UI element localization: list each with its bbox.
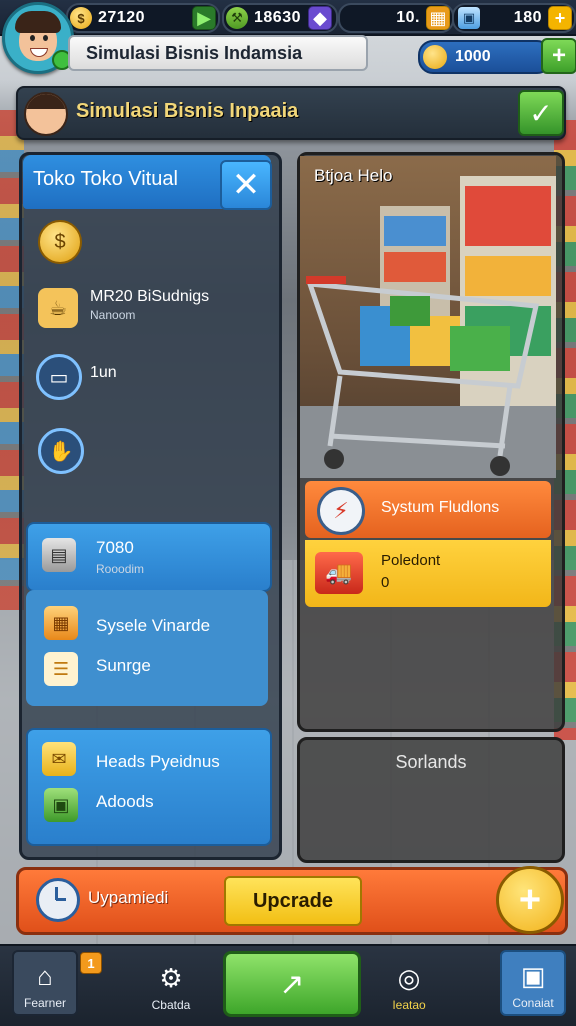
nav-label: Conaiat: [512, 996, 554, 1010]
tools-counter[interactable]: ⚒ 18630 ◆: [222, 3, 338, 33]
wrench-icon: ⚒: [226, 7, 248, 29]
box-gold-icon: ▦: [426, 6, 450, 30]
goods-item-label[interactable]: Heads Pyeidnus: [96, 752, 220, 772]
product-value: 0: [381, 574, 390, 591]
wheel-icon: ◎: [397, 963, 421, 993]
product-row[interactable]: 🚚 Poledont 0: [305, 540, 551, 607]
money-counter[interactable]: 1000: [418, 40, 552, 74]
cup-icon[interactable]: ☕: [38, 288, 78, 328]
nav-item-bag[interactable]: ▣ Conaiat: [500, 950, 566, 1016]
product-panel-title: Btjoa Helo: [314, 166, 393, 185]
box-icon: ▣: [458, 7, 480, 29]
row-label: 1un: [90, 364, 117, 381]
tools-value: 18630: [254, 9, 301, 26]
sorlands-panel[interactable]: Sorlands: [297, 737, 565, 863]
nav-item-growth[interactable]: ↗: [223, 951, 361, 1017]
boxes-value: 180: [513, 9, 542, 26]
shopping-cart-image: [300, 156, 556, 478]
money-value: 1000: [455, 48, 491, 65]
ticket-icon: ✉: [42, 742, 76, 776]
product-label: Poledont: [381, 552, 441, 569]
truck-icon: 🚚: [315, 552, 363, 594]
speed-gauge-icon: ⚡: [317, 487, 365, 535]
coins-counter[interactable]: $ 27120 ▶: [66, 3, 220, 33]
coin-icon: $: [70, 7, 92, 29]
cart-icon[interactable]: ▭: [36, 354, 82, 400]
upgrade-button[interactable]: Upcrade: [224, 876, 362, 926]
coins-add-icon[interactable]: ▶: [192, 6, 216, 30]
nav-label: Cbatda: [151, 998, 191, 1012]
stats-sub: Rooodim: [96, 562, 145, 576]
bag-icon: ▣: [520, 961, 546, 991]
stats-value: 7080: [96, 538, 134, 557]
row-sub: Nanoom: [90, 308, 136, 322]
nav-item-settings[interactable]: ⚙ Cbatda: [138, 950, 204, 1016]
clock-icon: [36, 878, 80, 922]
status-label: Systum Fludlons: [381, 499, 500, 516]
game-title: Simulasi Bisnis Indamsia: [68, 35, 368, 71]
coin-icon[interactable]: $: [38, 220, 82, 264]
gems-value: 10.: [396, 9, 420, 26]
upgrade-item-label[interactable]: Sysele Vinarde: [96, 616, 210, 636]
avatar-small-icon: [24, 92, 68, 136]
shop-icon: ⌂: [37, 961, 53, 991]
package-icon: ▣: [44, 788, 78, 822]
coin-icon: [423, 45, 447, 69]
cash-icon: ▤: [42, 538, 76, 572]
header-banner: Simulasi Bisnis Inpaaia: [16, 86, 566, 140]
confirm-button[interactable]: ✓: [518, 90, 564, 136]
close-button[interactable]: ✕: [220, 160, 272, 210]
banner-title: Simulasi Bisnis Inpaaia: [76, 100, 299, 122]
gem-icon: ◆: [308, 6, 332, 30]
action-label: Uypamiedi: [88, 888, 169, 907]
store-panel-title: Toko Toko Vitual: [33, 168, 178, 190]
boxes-add-button[interactable]: +: [548, 6, 572, 30]
upgrade-item-label[interactable]: Sunrge: [96, 656, 151, 676]
add-money-button[interactable]: +: [541, 38, 576, 74]
crate-icon: ▦: [44, 606, 78, 640]
status-row[interactable]: ⚡ Systum Fludlons: [305, 481, 551, 538]
cart-illustration: [300, 176, 556, 478]
sorlands-label: Sorlands: [395, 752, 467, 772]
nav-label: Ieatao: [392, 998, 426, 1012]
coins-value: 27120: [98, 9, 145, 26]
notification-badge: 1: [80, 952, 102, 974]
hand-icon[interactable]: ✋: [38, 428, 84, 474]
nav-item-wheel[interactable]: ◎ Ieatao: [376, 950, 442, 1016]
goods-item-label[interactable]: Adoods: [96, 792, 154, 812]
boxes-counter[interactable]: ▣ 180 +: [452, 3, 576, 33]
growth-icon: ↗: [279, 967, 305, 1001]
notes-icon: ☰: [44, 652, 78, 686]
add-circle-button[interactable]: +: [496, 866, 564, 934]
gear-icon: ⚙: [159, 963, 183, 993]
nav-item-shop[interactable]: ⌂ Fearner: [12, 950, 78, 1016]
nav-label: Fearner: [23, 996, 67, 1010]
row-label: MR20 BiSudnigs: [90, 288, 210, 305]
gems-counter[interactable]: 10. ▦: [338, 3, 454, 33]
